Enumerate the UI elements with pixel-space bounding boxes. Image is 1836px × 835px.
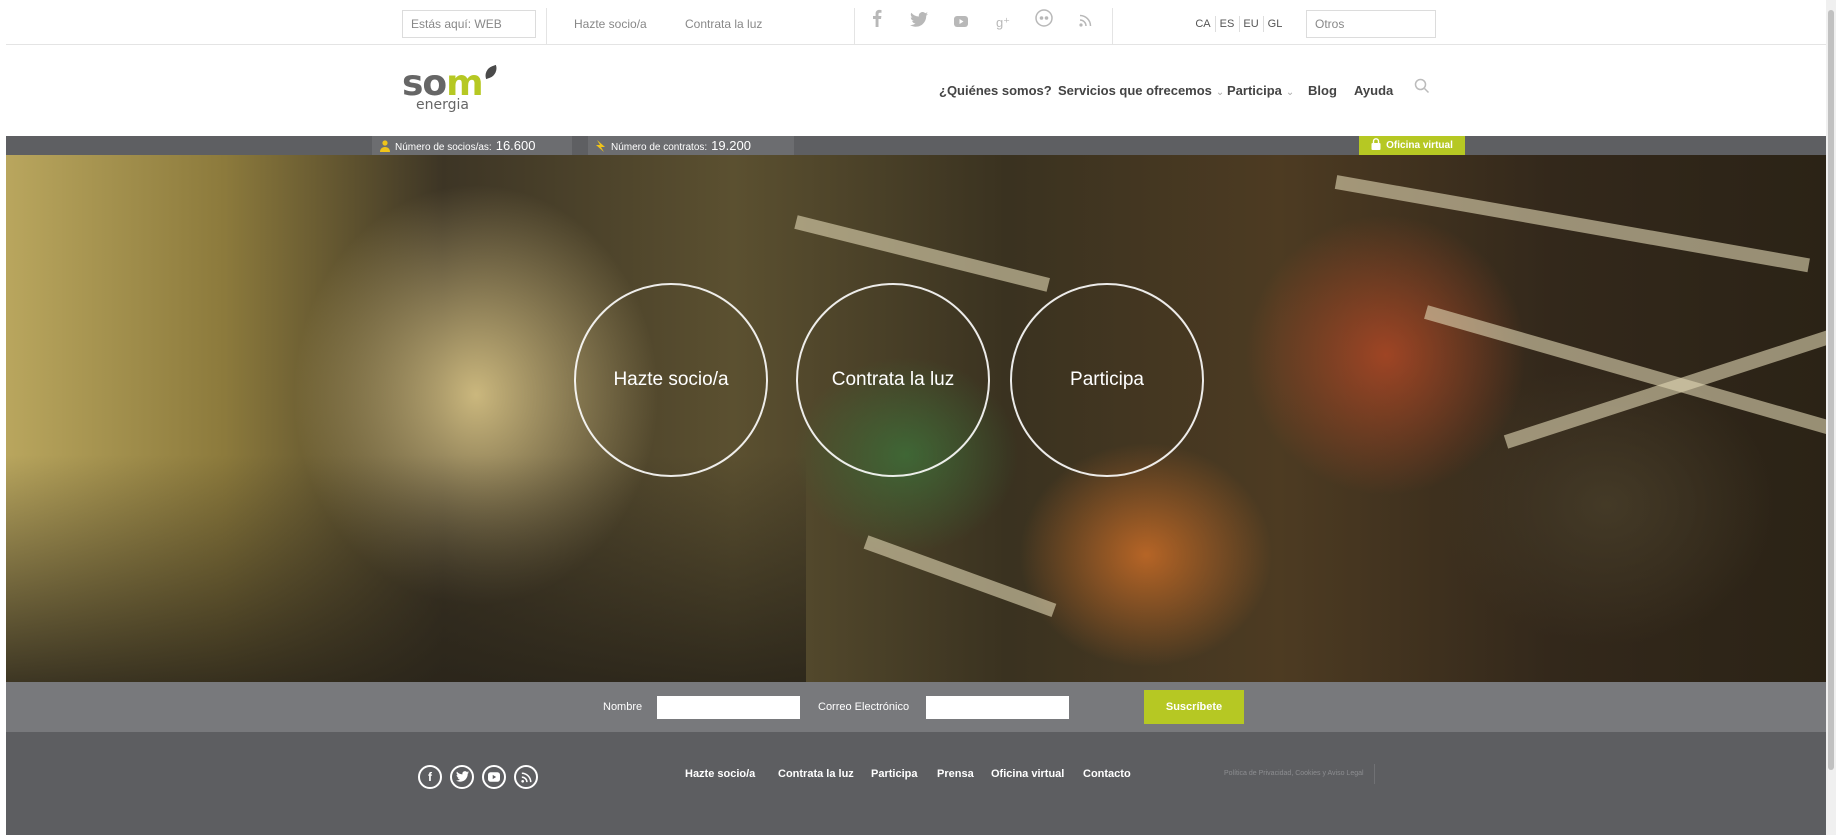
nav-participa[interactable]: Participa ⌄ — [1227, 45, 1294, 136]
twitter-icon[interactable] — [904, 8, 934, 45]
rss-icon[interactable] — [514, 765, 538, 789]
hero-banner: Hazte socio/a Contrata la luz Participa — [6, 155, 1826, 682]
otros-language-select[interactable]: Otros — [1306, 10, 1436, 38]
som-energia-logo[interactable]: som energia — [402, 63, 502, 117]
top-link-hazte-socio[interactable]: Hazte socio/a — [574, 8, 647, 45]
footer-link-hazte-socio[interactable]: Hazte socio/a — [685, 764, 755, 784]
lang-es[interactable]: ES — [1216, 14, 1238, 34]
subscribe-button[interactable]: Suscríbete — [1144, 690, 1244, 724]
hero-contrata-luz-button[interactable]: Contrata la luz — [796, 283, 990, 477]
footer-link-oficina-virtual[interactable]: Oficina virtual — [991, 764, 1064, 784]
oficina-virtual-button[interactable]: Oficina virtual — [1359, 136, 1465, 155]
nombre-input[interactable] — [657, 696, 800, 719]
scrollbar-thumb[interactable] — [1828, 10, 1834, 770]
top-link-contrata-luz[interactable]: Contrata la luz — [685, 8, 762, 45]
chevron-down-icon: ⌄ — [1215, 87, 1225, 98]
stats-bar: Número de socios/as: 16.600 Número de con… — [6, 136, 1826, 155]
newsletter-bar: Nombre Correo Electrónico Suscríbete — [6, 682, 1826, 732]
breadcrumb: Estás aquí: WEB — [402, 10, 536, 38]
footer-link-contrata-luz[interactable]: Contrata la luz — [778, 764, 854, 784]
stat-socios: Número de socios/as: 16.600 — [372, 136, 572, 155]
lang-ca[interactable]: CA — [1192, 14, 1214, 34]
twitter-icon[interactable] — [450, 765, 474, 789]
top-utility-bar: Estás aquí: WEB Hazte socio/a Contrata l… — [6, 8, 1826, 45]
stat-contratos: Número de contratos: 19.200 — [588, 136, 794, 155]
footer-link-contacto[interactable]: Contacto — [1083, 764, 1131, 784]
flickr-icon[interactable] — [1029, 8, 1059, 45]
footer-legal-link[interactable]: Política de Privacidad, Cookies y Aviso … — [1224, 764, 1375, 784]
nombre-label: Nombre — [603, 701, 643, 713]
email-label: Correo Electrónico — [818, 701, 910, 713]
logo-subtext: energia — [416, 97, 469, 113]
user-icon — [380, 140, 390, 152]
youtube-icon[interactable] — [482, 765, 506, 789]
youtube-icon[interactable] — [946, 8, 976, 45]
facebook-icon[interactable] — [862, 8, 892, 45]
lang-gl[interactable]: GL — [1264, 14, 1286, 34]
email-input[interactable] — [926, 696, 1069, 719]
footer-link-participa[interactable]: Participa — [871, 764, 917, 784]
main-header: som energia ¿Quiénes somos? Servicios qu… — [6, 45, 1826, 136]
googleplus-icon[interactable]: g⁺ — [988, 8, 1018, 45]
footer: f Hazte socio/a Contrata la luz Particip… — [6, 732, 1826, 835]
nav-quienes-somos[interactable]: ¿Quiénes somos? — [939, 45, 1052, 136]
lang-eu[interactable]: EU — [1240, 14, 1262, 34]
chevron-down-icon: ⌄ — [1285, 87, 1295, 98]
lock-icon — [1371, 138, 1381, 150]
nav-servicios[interactable]: Servicios que ofrecemos ⌄ — [1058, 45, 1224, 136]
facebook-icon[interactable]: f — [418, 765, 442, 789]
footer-link-prensa[interactable]: Prensa — [937, 764, 974, 784]
leaf-icon — [482, 64, 500, 80]
hero-hazte-socio-button[interactable]: Hazte socio/a — [574, 283, 768, 477]
nav-ayuda[interactable]: Ayuda — [1354, 45, 1393, 136]
nav-blog[interactable]: Blog — [1308, 45, 1337, 136]
search-icon[interactable] — [1414, 78, 1436, 100]
rss-icon[interactable] — [1070, 8, 1100, 45]
lightning-icon — [596, 140, 606, 152]
hero-participa-button[interactable]: Participa — [1010, 283, 1204, 477]
